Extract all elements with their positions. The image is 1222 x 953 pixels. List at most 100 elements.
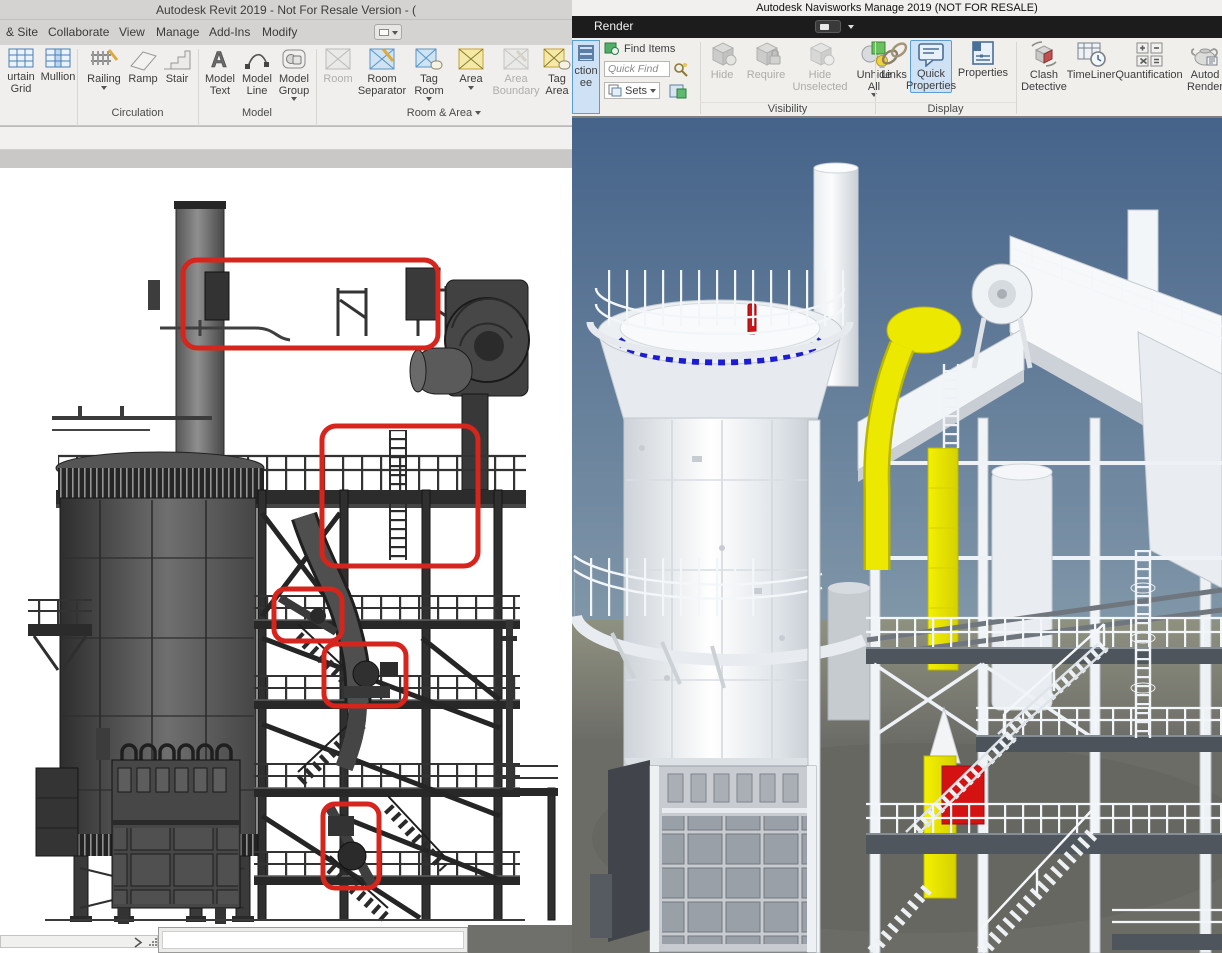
ramp-button[interactable]: Ramp bbox=[126, 47, 160, 86]
tab-manage[interactable]: Manage bbox=[150, 20, 205, 45]
tab-view[interactable]: View bbox=[113, 20, 151, 45]
sets-label: Sets bbox=[625, 85, 647, 97]
selection-tree-button[interactable]: ction ee bbox=[572, 40, 600, 114]
tag-room-icon bbox=[415, 47, 443, 71]
screenshot-root: Autodesk Revit 2019 - Not For Resale Ver… bbox=[0, 0, 1222, 953]
dropdown-arrow-icon bbox=[426, 97, 432, 101]
revit-tab-bar: & Site Collaborate View Manage Add-Ins M… bbox=[0, 20, 572, 45]
navisworks-menu-band: Render bbox=[572, 16, 1222, 38]
selection-tree-label: ction ee bbox=[574, 65, 597, 89]
find-items-button[interactable]: Find Items bbox=[604, 42, 675, 56]
room-button: Room bbox=[320, 47, 356, 86]
timeliner-icon bbox=[1076, 40, 1106, 68]
menu-render[interactable]: Render bbox=[594, 16, 633, 38]
find-items-icon bbox=[604, 42, 620, 56]
background-fill bbox=[468, 925, 572, 953]
panel-icon bbox=[820, 24, 829, 30]
navisworks-titlebar[interactable]: Autodesk Navisworks Manage 2019 (NOT FOR… bbox=[572, 0, 1222, 16]
model-group-button[interactable]: Model Group bbox=[276, 47, 312, 101]
railing-icon bbox=[89, 47, 119, 71]
room-icon bbox=[325, 47, 351, 71]
timeliner-label: TimeLiner bbox=[1067, 70, 1116, 82]
navisworks-viewport[interactable] bbox=[572, 118, 1222, 953]
curtain-grid-icon bbox=[8, 47, 34, 69]
tag-room-button[interactable]: Tag Room bbox=[408, 47, 450, 101]
ribbon-display-toggle[interactable] bbox=[815, 20, 841, 33]
quick-find-search-icon[interactable] bbox=[673, 62, 689, 77]
model-line-label: Model Line bbox=[242, 74, 272, 97]
navisworks-3d-view[interactable] bbox=[572, 118, 1222, 953]
clash-detective-button[interactable]: Clash Detective bbox=[1020, 40, 1068, 93]
curtain-grid-button[interactable]: urtain Grid bbox=[2, 47, 40, 95]
quick-properties-button[interactable]: Quick Properties bbox=[910, 40, 952, 93]
ribbon-display-toggle[interactable] bbox=[374, 24, 402, 40]
tab-modify[interactable]: Modify bbox=[256, 20, 303, 45]
tag-area-button[interactable]: Tag Area bbox=[540, 47, 574, 97]
model-line-icon bbox=[243, 47, 271, 71]
find-items-label: Find Items bbox=[624, 43, 675, 55]
dropdown-arrow-icon bbox=[650, 89, 656, 93]
revit-title-text: Autodesk Revit 2019 - Not For Resale Ver… bbox=[156, 3, 416, 17]
revit-secondary-bar bbox=[0, 150, 572, 168]
navisworks-scene bbox=[572, 118, 1222, 953]
revit-titlebar[interactable]: Autodesk Revit 2019 - Not For Resale Ver… bbox=[0, 0, 572, 20]
revit-options-bar bbox=[0, 126, 572, 150]
require-button: Require bbox=[744, 40, 788, 82]
room-label: Room bbox=[323, 74, 352, 86]
model-group-label: Model Group bbox=[279, 74, 310, 97]
railing-label: Railing bbox=[87, 74, 121, 86]
model-group-label-strip: Model bbox=[198, 105, 316, 122]
scroll-right-icon[interactable] bbox=[133, 937, 143, 948]
autodesk-render-label: Autod Render bbox=[1187, 70, 1222, 93]
revit-ribbon: urtain Grid Mullion Railing Ramp Stair bbox=[0, 45, 572, 126]
properties-button[interactable]: Properties bbox=[954, 40, 1012, 80]
require-icon bbox=[751, 40, 781, 68]
curtain-grid-label: urtain Grid bbox=[7, 72, 35, 95]
sets-dropdown[interactable]: Sets bbox=[604, 82, 660, 99]
quantification-button[interactable]: Quantification bbox=[1116, 40, 1182, 82]
sets-manager-icon[interactable] bbox=[668, 82, 688, 99]
revit-window: Autodesk Revit 2019 - Not For Resale Ver… bbox=[0, 0, 572, 953]
model-text-button[interactable]: A Model Text bbox=[202, 47, 238, 97]
quantification-icon bbox=[1134, 40, 1164, 68]
ramp-label: Ramp bbox=[128, 74, 157, 86]
room-area-group-label[interactable]: Room & Area bbox=[316, 105, 572, 122]
stair-icon bbox=[162, 47, 192, 71]
quick-properties-icon bbox=[916, 41, 946, 67]
clash-detective-label: Clash Detective bbox=[1021, 70, 1067, 93]
furnace-box bbox=[590, 760, 816, 952]
visibility-group-label: Visibility bbox=[700, 102, 875, 116]
quick-find-input[interactable] bbox=[604, 61, 670, 77]
clash-detective-icon bbox=[1028, 40, 1060, 68]
hide-unselected-label: Hide Unselected bbox=[792, 70, 847, 93]
room-separator-icon bbox=[369, 47, 395, 71]
area-button[interactable]: Area bbox=[452, 47, 490, 90]
room-separator-label: Room Separator bbox=[358, 74, 406, 97]
railing-button[interactable]: Railing bbox=[84, 47, 124, 90]
quantification-label: Quantification bbox=[1115, 70, 1182, 82]
revit-plant-model bbox=[28, 201, 558, 924]
dropdown-arrow-icon bbox=[475, 111, 481, 115]
autodesk-render-button[interactable]: Autod Render bbox=[1185, 40, 1222, 93]
room-separator-button[interactable]: Room Separator bbox=[356, 47, 408, 97]
tab-massing-site[interactable]: & Site bbox=[0, 20, 44, 45]
mullion-button[interactable]: Mullion bbox=[40, 47, 76, 84]
timeliner-button[interactable]: TimeLiner bbox=[1070, 40, 1112, 82]
area-boundary-label: Area Boundary bbox=[492, 74, 539, 97]
panel-icon bbox=[379, 29, 389, 36]
horizontal-scrollbar[interactable] bbox=[0, 935, 158, 948]
mullion-label: Mullion bbox=[41, 72, 76, 84]
tab-collaborate[interactable]: Collaborate bbox=[42, 20, 115, 45]
status-box-field[interactable] bbox=[162, 931, 464, 949]
model-text-icon: A bbox=[206, 47, 234, 71]
navisworks-title-text: Autodesk Navisworks Manage 2019 (NOT FOR… bbox=[756, 2, 1038, 14]
revit-drawing-canvas[interactable] bbox=[0, 168, 572, 925]
hide-icon bbox=[707, 40, 737, 68]
stair-button[interactable]: Stair bbox=[160, 47, 194, 86]
tag-room-label: Tag Room bbox=[414, 74, 443, 97]
model-line-button[interactable]: Model Line bbox=[240, 47, 274, 97]
tab-add-ins[interactable]: Add-Ins bbox=[203, 20, 256, 45]
revit-3d-view[interactable] bbox=[0, 168, 572, 925]
dropdown-arrow-icon bbox=[468, 86, 474, 90]
hide-unselected-icon bbox=[805, 40, 835, 68]
